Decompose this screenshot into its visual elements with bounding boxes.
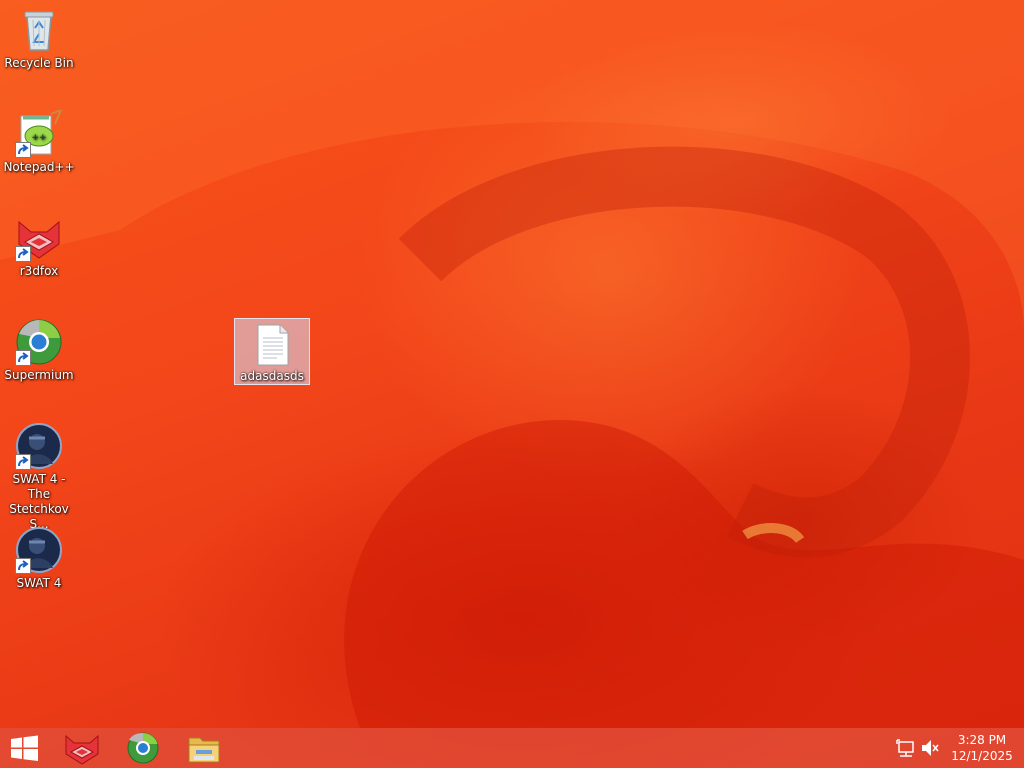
shortcut-arrow-icon (15, 454, 31, 470)
shortcut-arrow-icon (15, 558, 31, 574)
shortcut-arrow-icon (15, 350, 31, 366)
desktop-icon-label: SWAT 4 (16, 576, 62, 590)
clock-time: 3:28 PM (957, 733, 1007, 747)
svg-text:++: ++ (31, 133, 46, 143)
desktop-icon-label: r3dfox (19, 264, 59, 278)
desktop-icon-label: Notepad++ (3, 160, 75, 174)
desktop-icon-recycle-bin[interactable]: Recycle Bin (0, 6, 78, 71)
start-button[interactable] (0, 728, 48, 768)
desktop-icon-swat4[interactable]: SWAT 4 (0, 526, 78, 591)
desktop-file-adasdasds[interactable]: adasdasds (234, 318, 310, 385)
r3dfox-icon (15, 214, 63, 262)
swat4-icon (15, 526, 63, 574)
network-icon (896, 739, 914, 757)
tray-volume[interactable] (918, 728, 942, 768)
desktop-icon-label: Recycle Bin (4, 56, 74, 70)
windows-logo-icon (11, 735, 38, 761)
desktop-icon-supermium[interactable]: Supermium (0, 318, 78, 383)
taskbar-pinned-file-explorer[interactable] (174, 728, 234, 768)
desktop-icon-label: SWAT 4 - The Stetchkov S... (9, 472, 69, 531)
r3dfox-icon (65, 734, 99, 765)
tray-network[interactable] (894, 728, 918, 768)
swat4-icon (15, 422, 63, 470)
shortcut-arrow-icon (15, 246, 31, 262)
notepad-plus-plus-icon: ++ (15, 108, 63, 158)
supermium-icon (15, 318, 63, 366)
taskbar-clock[interactable]: 3:28 PM 12/1/2025 (944, 732, 1020, 764)
desktop-file-label: adasdasds (240, 369, 304, 383)
recycle-bin-icon (15, 6, 63, 54)
folder-icon (188, 737, 220, 763)
desktop-icon-notepad-plus-plus[interactable]: ++ Notepad++ (0, 108, 78, 175)
desktop-icon-swat4-stetchkov[interactable]: SWAT 4 - The Stetchkov S... (0, 422, 78, 532)
volume-muted-icon (922, 740, 939, 756)
taskbar: 3:28 PM 12/1/2025 (0, 728, 1024, 768)
desktop-icon-label: Supermium (4, 368, 74, 382)
desktop-icon-r3dfox[interactable]: r3dfox (0, 214, 78, 279)
wallpaper-swirl (0, 0, 1024, 728)
taskbar-pinned-supermium[interactable] (113, 728, 173, 768)
text-file-icon (252, 323, 292, 367)
shortcut-arrow-icon (15, 142, 31, 158)
taskbar-pinned-r3dfox[interactable] (52, 728, 112, 768)
supermium-icon (127, 732, 159, 764)
clock-date: 12/1/2025 (951, 749, 1013, 763)
desktop[interactable]: Recycle Bin ++ Notepad++ r3dfox Supermiu… (0, 0, 1024, 768)
